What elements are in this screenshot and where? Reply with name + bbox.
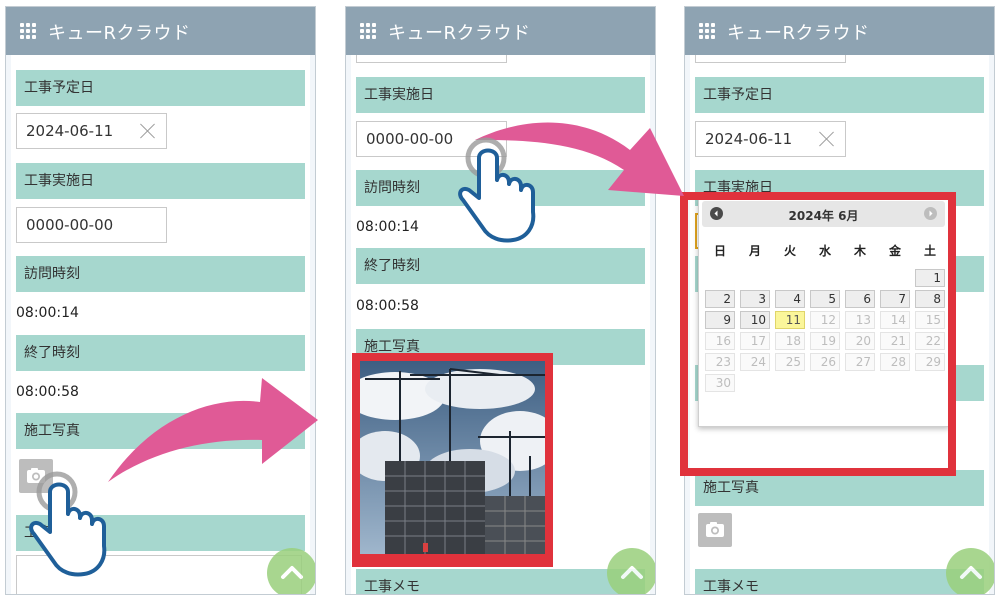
section-end-time: 終了時刻 <box>356 248 645 284</box>
datepicker-highlight <box>680 192 956 476</box>
visit-time-value: 08:00:14 <box>356 219 419 235</box>
section-actual-date: 工事実施日 <box>16 163 305 199</box>
end-time-value: 08:00:58 <box>356 298 419 314</box>
input-edge <box>695 55 846 63</box>
section-memo: 工事メモ <box>16 515 305 551</box>
app-title: キューRクラウド <box>727 23 870 44</box>
app-header: キューRクラウド <box>6 7 315 55</box>
visit-time-value: 08:00:14 <box>16 305 79 321</box>
app-title: キューRクラウド <box>48 23 191 44</box>
actual-date-input[interactable]: 0000-00-00 <box>16 207 167 243</box>
section-photo: 施工写真 <box>16 413 305 449</box>
section-visit-time: 訪問時刻 <box>16 256 305 292</box>
scroll-top-button[interactable] <box>946 548 994 594</box>
photo-highlight <box>352 353 553 567</box>
end-time-value: 08:00:58 <box>16 384 79 400</box>
chevron-up-icon <box>281 566 303 579</box>
section-planned-date: 工事予定日 <box>16 70 305 106</box>
chevron-up-icon <box>960 566 982 579</box>
grid-icon[interactable] <box>699 23 716 40</box>
clear-icon[interactable] <box>140 123 156 139</box>
grid-icon[interactable] <box>20 23 37 40</box>
memo-textarea[interactable] <box>16 555 302 594</box>
camera-icon[interactable] <box>19 459 53 493</box>
camera-icon[interactable] <box>698 513 732 547</box>
input-edge <box>356 55 507 63</box>
section-memo: 工事メモ <box>356 569 645 594</box>
section-planned-date: 工事予定日 <box>695 77 984 113</box>
app-header: キューRクラウド <box>685 7 994 55</box>
clear-icon[interactable] <box>819 131 835 147</box>
form-area: 工事予定日 2024-06-11 工事実施日 0000-00-00 訪問時刻 0… <box>11 55 310 594</box>
screen-2: キューRクラウド 工事実施日 0000-00-00 訪問時刻 08:00:14 … <box>345 6 656 595</box>
actual-date-input[interactable]: 0000-00-00 <box>356 121 507 157</box>
planned-date-value: 2024-06-11 <box>26 122 114 140</box>
grid-icon[interactable] <box>360 23 377 40</box>
section-end-time: 終了時刻 <box>16 335 305 371</box>
section-memo: 工事メモ <box>695 569 984 594</box>
section-actual-date: 工事実施日 <box>356 77 645 113</box>
app-header: キューRクラウド <box>346 7 655 55</box>
screen-1: キューRクラウド 工事予定日 2024-06-11 工事実施日 0000-00-… <box>5 6 316 595</box>
scroll-top-button[interactable] <box>607 548 655 594</box>
chevron-up-icon <box>621 566 643 579</box>
scroll-top-button[interactable] <box>267 548 315 594</box>
section-visit-time: 訪問時刻 <box>356 170 645 206</box>
planned-date-value: 2024-06-11 <box>705 130 793 148</box>
planned-date-input[interactable]: 2024-06-11 <box>16 113 167 149</box>
planned-date-input[interactable]: 2024-06-11 <box>695 121 846 157</box>
app-title: キューRクラウド <box>388 23 531 44</box>
construction-photo[interactable] <box>360 361 545 554</box>
